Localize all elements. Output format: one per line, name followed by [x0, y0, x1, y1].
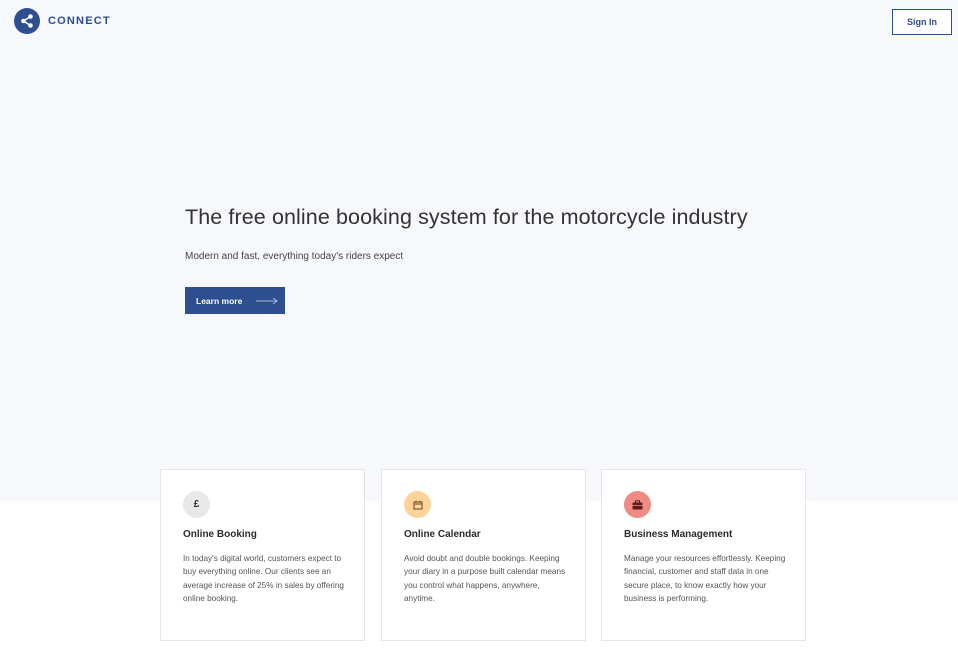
feature-title: Business Management	[624, 529, 733, 540]
brand-name: CONNECT	[48, 15, 111, 27]
feature-title: Online Booking	[183, 529, 257, 540]
learn-more-button[interactable]: Learn more	[185, 287, 285, 314]
feature-description: In today's digital world, customers expe…	[183, 554, 344, 604]
share-icon	[14, 8, 40, 34]
hero-title: The free online booking system for the m…	[185, 205, 748, 229]
logo[interactable]: CONNECT	[14, 8, 111, 34]
feature-title: Online Calendar	[404, 529, 481, 540]
calendar-icon	[404, 491, 431, 518]
arrow-right-icon	[256, 297, 279, 305]
learn-more-label: Learn more	[196, 295, 243, 306]
top-bar: CONNECT Sign In	[0, 0, 958, 44]
page: CONNECT Sign In The free online booking …	[0, 0, 958, 666]
feature-card-online-calendar: Online Calendar Avoid doubt and double b…	[381, 469, 586, 641]
pound-icon: £	[183, 491, 210, 518]
briefcase-icon	[624, 491, 651, 518]
hero-background	[0, 0, 958, 501]
sign-in-button[interactable]: Sign In	[892, 9, 952, 35]
feature-description: Avoid doubt and double bookings. Keeping…	[404, 554, 566, 604]
feature-card-business-management: Business Management Manage your resource…	[601, 469, 806, 641]
feature-card-online-booking: £ Online Booking In today's digital worl…	[160, 469, 365, 641]
feature-description: Manage your resources effortlessly. Keep…	[624, 554, 786, 604]
hero-subtitle: Modern and fast, everything today's ride…	[185, 251, 404, 262]
